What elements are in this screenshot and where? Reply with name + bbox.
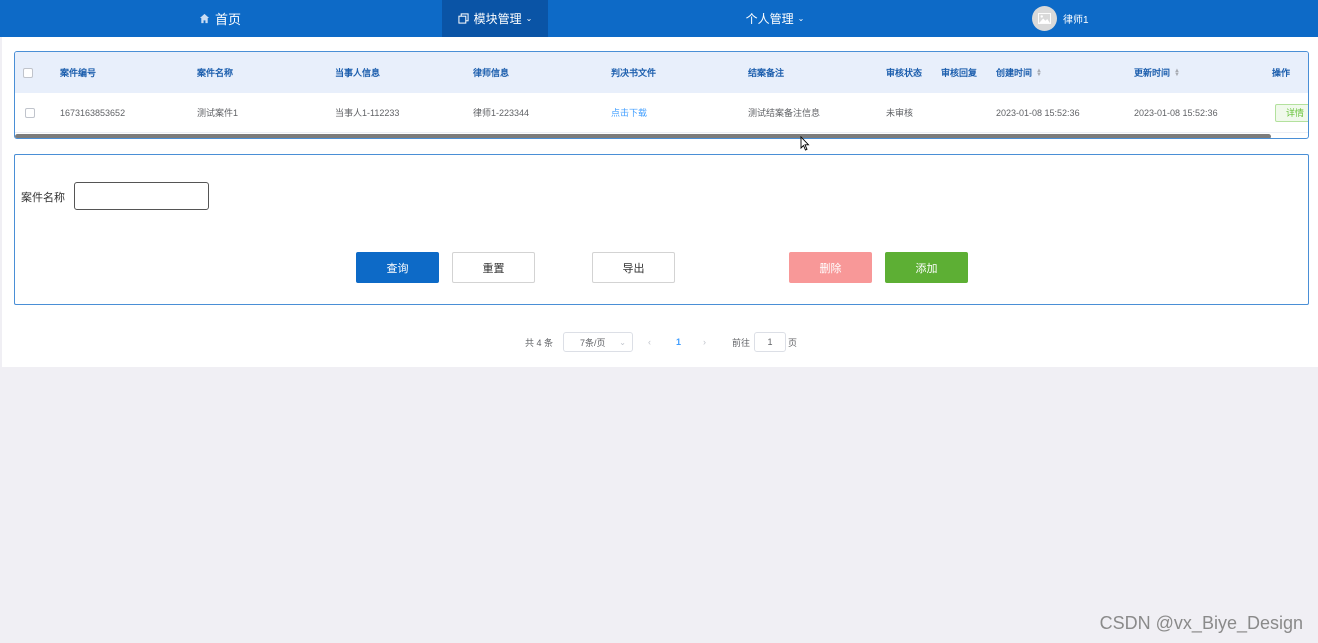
chevron-down-icon: ⌄ xyxy=(525,14,533,23)
add-button[interactable]: 添加 xyxy=(885,252,968,283)
cell-party-info: 当事人1-112233 xyxy=(335,108,400,118)
nav-home-label: 首页 xyxy=(214,12,241,27)
nav-module-label: 模块管理 xyxy=(473,12,522,26)
goto-page-input[interactable]: 1 xyxy=(754,332,786,352)
top-navbar: 首页 模块管理 ⌄ 个人管理 ⌄ 律师1 xyxy=(0,0,1318,37)
nav-personal-management[interactable]: 个人管理 ⌄ xyxy=(690,0,860,37)
page-size-select[interactable]: 7条/页 ⌄ xyxy=(563,332,633,352)
header-action: 操作 xyxy=(1272,68,1291,78)
search-panel: 案件名称 查询 重置 导出 删除 添加 xyxy=(14,154,1309,305)
header-case-name: 案件名称 xyxy=(197,68,234,78)
cell-lawyer-info: 律师1-223344 xyxy=(473,108,530,118)
cell-case-name: 测试案件1 xyxy=(197,108,239,118)
header-closing-note: 结案备注 xyxy=(748,68,785,78)
cell-action: 详情 xyxy=(1275,93,1308,132)
user-menu[interactable]: 律师1 xyxy=(1020,0,1110,37)
page-size-value: 7条/页 xyxy=(580,337,606,348)
case-name-label: 案件名称 xyxy=(21,192,65,204)
header-case-no: 案件编号 xyxy=(60,68,97,78)
cell-case-no: 1673163853652 xyxy=(60,107,126,118)
copy-icon xyxy=(458,13,469,24)
header-created-time[interactable]: 创建时间 ▲ ▼ xyxy=(996,52,1042,93)
header-updated-time[interactable]: 更新时间 ▲ ▼ xyxy=(1134,52,1180,93)
chevron-down-icon: ⌄ xyxy=(797,14,805,23)
nav-home[interactable]: 首页 xyxy=(150,0,290,37)
detail-button[interactable]: 详情 xyxy=(1275,103,1308,122)
header-judgment-file: 判决书文件 xyxy=(611,68,657,78)
horizontal-scrollbar[interactable] xyxy=(15,134,1271,138)
data-table: 案件编号 案件名称 当事人信息 律师信息 判决书文件 结案备注 审核状态 审核回… xyxy=(14,51,1309,139)
sort-icon[interactable]: ▲ ▼ xyxy=(1174,68,1180,78)
cell-updated-time: 2023-01-08 15:52:36 xyxy=(1134,107,1218,118)
mouse-cursor-icon xyxy=(800,135,810,154)
user-name: 律师1 xyxy=(1063,15,1089,26)
delete-button[interactable]: 删除 xyxy=(789,252,872,283)
download-link[interactable]: 点击下载 xyxy=(611,93,647,132)
header-party-info: 当事人信息 xyxy=(335,68,381,78)
header-created-time-label: 创建时间 xyxy=(996,68,1033,78)
next-page-icon[interactable]: › xyxy=(703,332,713,352)
image-icon xyxy=(1038,13,1051,24)
goto-prefix: 前往 xyxy=(732,337,751,348)
table-row: 1673163853652 测试案件1 当事人1-112233 律师1-2233… xyxy=(15,93,1308,133)
cell-review-status: 未审核 xyxy=(886,108,914,118)
row-checkbox[interactable] xyxy=(25,93,35,132)
goto-suffix: 页 xyxy=(788,337,798,348)
prev-page-icon[interactable]: ‹ xyxy=(648,332,658,352)
export-button[interactable]: 导出 xyxy=(592,252,675,283)
header-review-reply: 审核回复 xyxy=(941,68,978,78)
header-review-status: 审核状态 xyxy=(886,68,923,78)
table-header: 案件编号 案件名称 当事人信息 律师信息 判决书文件 结案备注 审核状态 审核回… xyxy=(15,52,1308,93)
reset-button[interactable]: 重置 xyxy=(452,252,535,283)
case-name-input[interactable] xyxy=(74,182,209,210)
sort-icon[interactable]: ▲ ▼ xyxy=(1036,68,1042,78)
header-updated-time-label: 更新时间 xyxy=(1134,68,1171,78)
nav-module-management[interactable]: 模块管理 ⌄ xyxy=(442,0,548,37)
chevron-down-icon: ⌄ xyxy=(619,337,626,347)
select-all-checkbox[interactable] xyxy=(23,52,33,93)
query-button[interactable]: 查询 xyxy=(356,252,439,283)
header-lawyer-info: 律师信息 xyxy=(473,68,510,78)
nav-personal-label: 个人管理 xyxy=(745,12,794,26)
watermark: CSDN @vx_Biye_Design xyxy=(1099,613,1303,633)
page-number-current[interactable]: 1 xyxy=(676,332,681,352)
home-icon xyxy=(199,13,210,24)
cell-created-time: 2023-01-08 15:52:36 xyxy=(996,107,1080,118)
cell-closing-note: 测试结案备注信息 xyxy=(748,108,821,118)
avatar xyxy=(1032,6,1057,31)
pagination-total: 共 4 条 xyxy=(525,337,554,348)
